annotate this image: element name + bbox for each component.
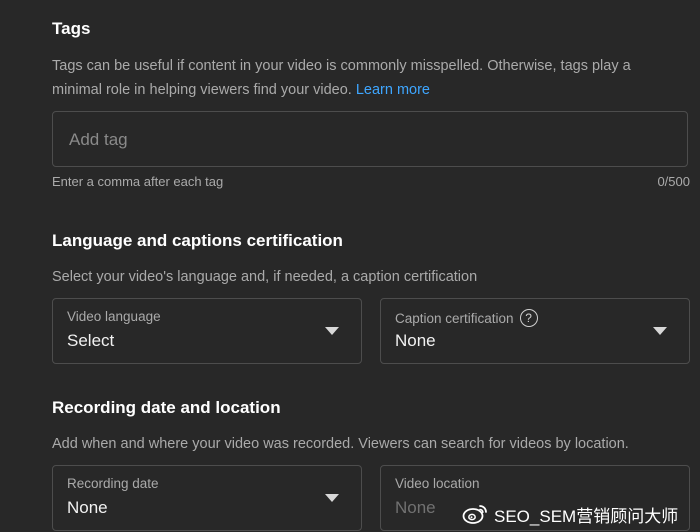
watermark: SEO_SEM营销顾问大师 xyxy=(462,502,678,526)
caption-certification-label: Caption certification? xyxy=(395,309,538,327)
recording-date-select[interactable]: Recording date None xyxy=(52,465,362,531)
video-details-panel: Tags Tags can be useful if content in yo… xyxy=(0,0,700,532)
video-location-label: Video location xyxy=(395,476,480,491)
tag-counter: 0/500 xyxy=(657,174,690,189)
watermark-text: SEO_SEM营销顾问大师 xyxy=(494,506,679,526)
chevron-down-icon xyxy=(653,327,667,335)
caption-certification-select[interactable]: Caption certification? None xyxy=(380,298,690,364)
weibo-logo-icon xyxy=(462,505,487,524)
language-title: Language and captions certification xyxy=(52,231,343,250)
tags-title: Tags xyxy=(52,19,91,38)
tags-description-line1: Tags can be useful if content in your vi… xyxy=(52,58,631,74)
caption-certification-label-text: Caption certification xyxy=(395,311,514,326)
recording-description: Add when and where your video was record… xyxy=(52,436,629,452)
chevron-down-icon xyxy=(325,494,339,502)
learn-more-link[interactable]: Learn more xyxy=(356,82,430,98)
tag-hint: Enter a comma after each tag xyxy=(52,174,224,189)
tags-description: Tags can be useful if content in your vi… xyxy=(52,54,692,102)
language-description: Select your video's language and, if nee… xyxy=(52,269,478,285)
video-language-select[interactable]: Video language Select xyxy=(52,298,362,364)
video-language-value: Select xyxy=(67,331,115,350)
recording-date-value: None xyxy=(67,498,108,517)
chevron-down-icon xyxy=(325,327,339,335)
recording-title: Recording date and location xyxy=(52,398,281,417)
tag-input-box[interactable] xyxy=(52,111,688,167)
video-location-value: None xyxy=(395,498,436,517)
tag-input[interactable] xyxy=(67,126,671,154)
help-icon[interactable]: ? xyxy=(519,309,538,327)
tags-description-line2: minimal role in helping viewers find you… xyxy=(52,82,352,98)
recording-date-label: Recording date xyxy=(67,476,159,491)
caption-certification-value: None xyxy=(395,331,436,350)
video-language-label: Video language xyxy=(67,309,161,324)
